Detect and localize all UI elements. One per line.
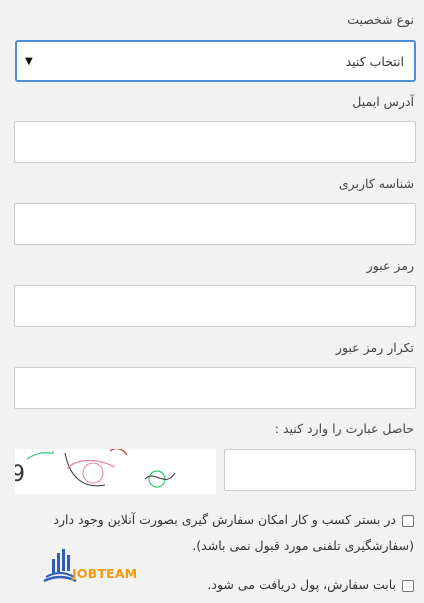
logo-text: JOBTEAM (72, 566, 138, 581)
person-type-select[interactable]: انتخاب کنید ▼ (15, 40, 416, 82)
person-type-label: نوع شخصیت (347, 12, 414, 27)
payment-text: بابت سفارش، پول دریافت می شود. (207, 577, 396, 592)
email-field[interactable] (14, 121, 416, 163)
online-ordering-text-line1: در بستر کسب و کار امکان سفارش گیری بصورت… (53, 512, 396, 527)
email-label: آدرس ایمیل (352, 94, 414, 109)
payment-row[interactable]: بابت سفارش، پول دریافت می شود. (207, 577, 414, 598)
username-field[interactable] (14, 203, 416, 245)
person-type-selected-value: انتخاب کنید (345, 53, 404, 69)
online-ordering-checkbox[interactable] (402, 515, 414, 527)
jobteam-logo: JOBTEAM (40, 545, 150, 589)
payment-checkbox[interactable] (402, 580, 414, 592)
captcha-input[interactable] (224, 449, 416, 491)
password-label: رمز عبور (366, 258, 414, 273)
username-label: شناسه کاربری (338, 176, 414, 191)
password-confirm-field[interactable] (14, 367, 416, 409)
password-confirm-label: تکرار رمز عبور (335, 340, 414, 355)
captcha-label: حاصل عبارت را وارد کنید : (274, 421, 414, 436)
password-field[interactable] (14, 285, 416, 327)
captcha-image: 69 + 0 =? (0, 448, 216, 494)
caret-down-icon: ▼ (25, 55, 33, 67)
captcha-text: 69 + 0 =? (15, 462, 25, 487)
